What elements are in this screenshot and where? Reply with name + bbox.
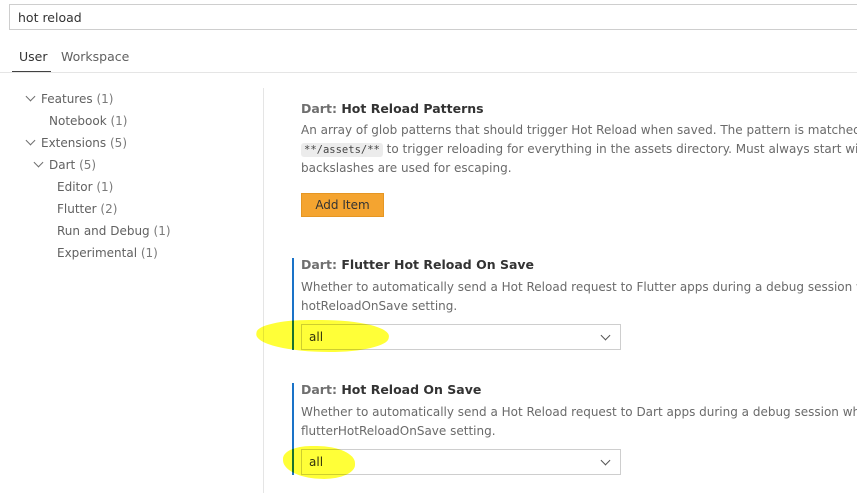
setting-title-hot-reload-on-save: Dart: Hot Reload On Save <box>301 382 481 397</box>
tree-item-notebook[interactable]: Notebook (1) <box>49 113 127 129</box>
chevron-down-icon <box>600 455 611 466</box>
description-text: to trigger reloading for everything in t… <box>382 142 857 156</box>
tree-item-label: Run and Debug <box>57 224 150 238</box>
tree-divider <box>263 88 264 493</box>
highlighter-mark <box>253 320 392 352</box>
tree-item-label: Experimental <box>57 246 138 260</box>
setting-description-line: hotReloadOnSave setting. <box>301 299 458 313</box>
settings-search-input[interactable] <box>10 5 857 29</box>
setting-title-flutter-hot-reload-on-save: Dart: Flutter Hot Reload On Save <box>301 257 534 272</box>
tab-user[interactable]: User <box>19 49 48 64</box>
tree-item-experimental[interactable]: Experimental (1) <box>57 245 158 261</box>
setting-description-line: Whether to automatically send a Hot Relo… <box>301 280 857 294</box>
code-snippet: **/assets/** <box>301 143 383 157</box>
setting-category: Dart: <box>301 257 342 272</box>
setting-category: Dart: <box>301 101 342 116</box>
setting-name: Hot Reload On Save <box>341 382 482 397</box>
tree-item-count: (1) <box>96 180 114 194</box>
tree-item-count: (1) <box>140 246 158 260</box>
tree-item-label: Extensions <box>41 136 107 150</box>
tree-item-count: (1) <box>96 92 114 106</box>
settings-search-box[interactable] <box>9 4 857 30</box>
chevron-down-icon[interactable] <box>25 91 36 102</box>
add-item-button[interactable]: Add Item <box>301 193 384 217</box>
setting-description-line: backslashes are used for escaping. <box>301 161 512 175</box>
setting-description-line: Whether to automatically send a Hot Relo… <box>301 405 857 419</box>
tree-item-count: (5) <box>79 158 97 172</box>
tree-item-count: (1) <box>110 114 128 128</box>
tree-item-label: Dart <box>49 158 76 172</box>
tabs-divider <box>0 72 857 73</box>
setting-description-line: flutterHotReloadOnSave setting. <box>301 424 496 438</box>
tree-item-dart[interactable]: Dart (5) <box>49 157 96 173</box>
setting-name: Flutter Hot Reload On Save <box>341 257 535 272</box>
tree-item-extensions[interactable]: Extensions (5) <box>41 135 127 151</box>
tree-item-count: (5) <box>110 136 127 150</box>
setting-category: Dart: <box>301 382 342 397</box>
tree-item-features[interactable]: Features (1) <box>41 91 113 107</box>
tree-item-editor[interactable]: Editor (1) <box>57 179 113 195</box>
chevron-down-icon <box>600 330 611 341</box>
chevron-down-icon[interactable] <box>33 157 44 168</box>
tree-item-count: (2) <box>100 202 118 216</box>
tree-item-label: Editor <box>57 180 93 194</box>
tree-item-label: Flutter <box>57 202 97 216</box>
tree-item-label: Features <box>41 92 93 106</box>
setting-title-hot-reload-patterns: Dart: Hot Reload Patterns <box>301 101 484 116</box>
setting-description-line: **/assets/** to trigger reloading for ev… <box>301 140 857 160</box>
tree-item-count: (1) <box>153 224 171 238</box>
tree-item-label: Notebook <box>49 114 107 128</box>
tab-workspace[interactable]: Workspace <box>61 49 129 64</box>
tree-item-run-and-debug[interactable]: Run and Debug (1) <box>57 223 171 239</box>
tree-item-flutter[interactable]: Flutter (2) <box>57 201 117 217</box>
setting-description-line: An array of glob patterns that should tr… <box>301 123 857 137</box>
setting-name: Hot Reload Patterns <box>341 101 484 116</box>
chevron-down-icon[interactable] <box>25 135 36 146</box>
